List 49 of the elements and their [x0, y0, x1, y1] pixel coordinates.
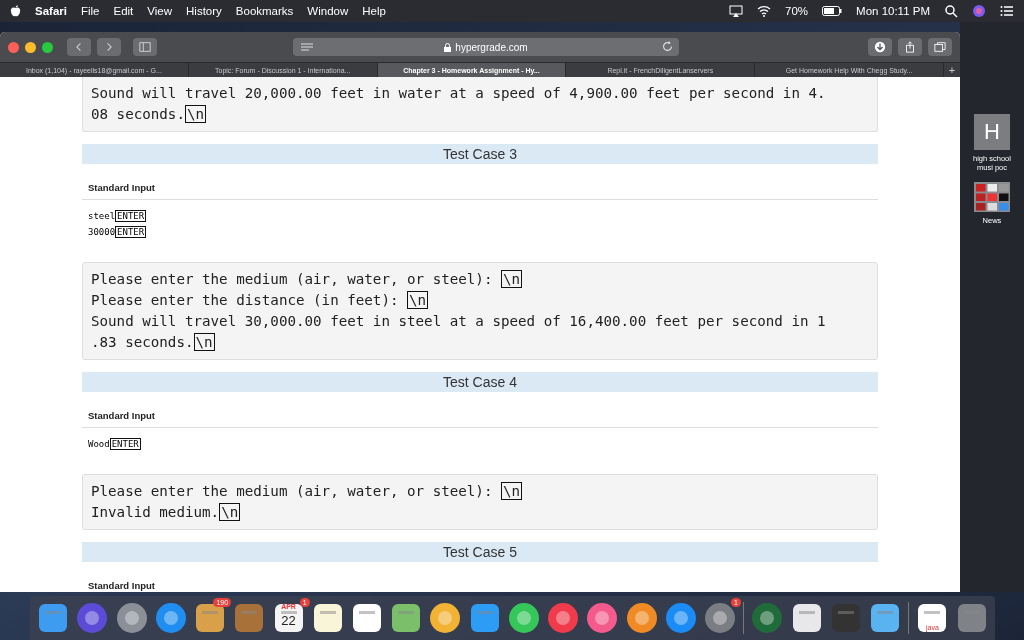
reload-icon[interactable] [662, 41, 673, 52]
airplay-icon[interactable] [729, 4, 744, 18]
share-button[interactable] [898, 38, 922, 56]
menu-item[interactable]: Help [362, 5, 386, 17]
battery-icon[interactable] [822, 6, 843, 16]
menu-item[interactable]: History [186, 5, 222, 17]
sidebar-icon[interactable] [139, 41, 151, 53]
minimize-button[interactable] [25, 41, 36, 53]
test-case-header: Test Case 5 [82, 542, 878, 562]
menu-item[interactable]: Safari [35, 5, 67, 17]
search-icon[interactable] [944, 4, 958, 18]
app-icon[interactable]: H [974, 114, 1010, 150]
close-button[interactable] [8, 41, 19, 53]
sidebar-button[interactable] [133, 38, 157, 56]
calendar-date: 22 [280, 613, 297, 628]
menu-item[interactable]: Bookmarks [235, 5, 294, 17]
zoom-button[interactable] [42, 41, 53, 53]
menubar-clock[interactable]: Mon 10:11 PM [856, 5, 930, 17]
section-label: Standard Input [82, 404, 878, 428]
input-line: 30000 ENTER [87, 225, 148, 240]
download-icon[interactable] [874, 41, 886, 53]
output-box: Sound will travel 20,000.00 feet in water at a speed of 4,900.00 feet per second in 4. 08 seconds.\n [82, 77, 878, 132]
forward-icon[interactable] [104, 42, 114, 52]
tabs-icon[interactable] [934, 41, 946, 53]
output-box: Please enter the medium (air, water, or steel): \n Please enter the distance (in feet): \n Sound will travel 30,000.00 feet in steel at a speed of 16,400.00 feet per second in 1 .83 seconds.\n [82, 262, 878, 360]
forward-button[interactable] [97, 38, 121, 56]
siri-icon[interactable] [972, 4, 986, 18]
battery-percent: 70% [785, 5, 809, 17]
share-icon[interactable] [904, 41, 916, 53]
address-bar[interactable]: hypergrade.com [293, 38, 679, 56]
output-box: Please enter the medium (air, water, or steel): \n Invalid medium.\n [82, 474, 878, 530]
section-label: Standard Input [82, 176, 878, 200]
back-icon[interactable] [74, 42, 84, 52]
lock-icon [444, 42, 452, 52]
menu-item[interactable]: View [147, 5, 173, 17]
input-line: steel ENTER [87, 209, 148, 224]
input-line: Wood ENTER [87, 437, 142, 452]
tabs-button[interactable] [928, 38, 952, 56]
test-case-header: Test Case 4 [82, 372, 878, 392]
test-case-header: Test Case 3 [82, 144, 878, 164]
list-icon[interactable] [1000, 4, 1014, 18]
apple-icon[interactable] [10, 5, 21, 17]
wifi-icon[interactable] [757, 4, 772, 18]
download-button[interactable] [868, 38, 892, 56]
menu-item[interactable]: File [80, 5, 100, 17]
news-grid-icon[interactable] [974, 182, 1010, 212]
menu-item[interactable]: Edit [113, 5, 134, 17]
menu-item[interactable]: Window [307, 5, 349, 17]
back-button[interactable] [67, 38, 91, 56]
